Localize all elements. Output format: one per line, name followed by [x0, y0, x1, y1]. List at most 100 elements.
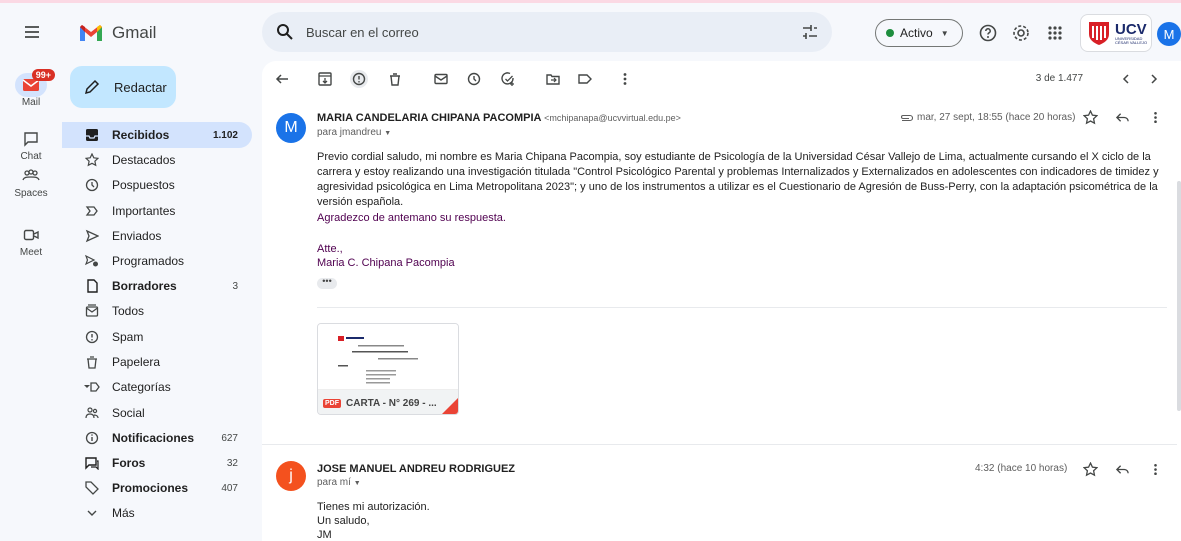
draft-file-icon	[84, 278, 100, 294]
clock-icon	[84, 177, 100, 193]
apps-grid-icon[interactable]	[1045, 23, 1065, 43]
nav-important[interactable]: Importantes	[62, 198, 252, 224]
pencil-icon	[84, 79, 100, 95]
older-chevron-left-icon[interactable]	[1117, 70, 1135, 88]
chat-icon	[23, 131, 39, 147]
nav-spam[interactable]: Spam	[62, 324, 252, 350]
message-sender[interactable]: MARIA CANDELARIA CHIPANA PACOMPIA <mchip…	[317, 112, 681, 124]
categories-expand-icon	[84, 379, 100, 395]
nav-categories[interactable]: Categorías	[62, 374, 252, 400]
nav-drafts[interactable]: Borradores 3	[62, 273, 252, 299]
spam-icon	[84, 329, 100, 345]
main-menu-icon[interactable]	[22, 22, 42, 42]
sender-avatar[interactable]: M	[276, 113, 306, 143]
sender-avatar[interactable]: j	[276, 461, 306, 491]
mark-unread-icon[interactable]	[432, 70, 450, 88]
help-icon[interactable]	[978, 23, 998, 43]
message-sender[interactable]: JOSE MANUEL ANDREU RODRIGUEZ	[317, 463, 515, 475]
message-body-thanks: Agradezco de antemano su respuesta.	[317, 212, 506, 224]
show-trimmed-content-button[interactable]: •••	[317, 277, 337, 289]
star-icon[interactable]	[1082, 461, 1098, 477]
nav-sent[interactable]: Enviados	[62, 223, 252, 249]
nav-inbox[interactable]: Recibidos 1.102	[62, 122, 252, 148]
status-selector[interactable]: Activo ▼	[875, 19, 963, 47]
nav-scheduled[interactable]: Programados	[62, 248, 252, 274]
organization-logo[interactable]: UCV UNIVERSIDAD CÉSAR VALLEJO	[1080, 14, 1152, 52]
nav-forums[interactable]: Foros 32	[62, 450, 252, 476]
rail-spaces-label: Spaces	[14, 188, 48, 199]
star-icon[interactable]	[1082, 109, 1098, 125]
snooze-clock-icon[interactable]	[465, 70, 483, 88]
nav-more[interactable]: Más	[62, 500, 252, 526]
recipient-details[interactable]: para mí ▼	[317, 477, 361, 488]
search-options-icon[interactable]	[800, 22, 820, 42]
send-icon	[84, 228, 100, 244]
message-more-icon[interactable]	[1147, 109, 1163, 125]
message-date: mar, 27 sept, 18:55 (hace 20 horas)	[899, 112, 1075, 123]
reply-line: JM	[317, 529, 332, 541]
label-icon[interactable]	[576, 70, 594, 88]
attachment-clip-icon	[899, 113, 913, 123]
reply-icon[interactable]	[1114, 109, 1130, 125]
pdf-file-icon: PDF	[323, 398, 341, 408]
inbox-icon	[84, 127, 100, 143]
rail-chat[interactable]: Chat	[0, 127, 62, 162]
nav-all-mail[interactable]: Todos	[62, 298, 252, 324]
org-logo-subtext: UNIVERSIDAD CÉSAR VALLEJO	[1115, 35, 1148, 45]
recipient-details[interactable]: para jmandreu ▼	[317, 127, 391, 138]
thread-position: 3 de 1.477	[1035, 73, 1083, 84]
attachment-preview	[318, 324, 458, 390]
rail-meet[interactable]: Meet	[0, 223, 62, 258]
attachment-corner-fold	[442, 398, 458, 414]
compose-label: Redactar	[114, 79, 167, 95]
message-pane: 3 de 1.477 M MARIA CANDELARIA CHIPANA PA…	[262, 61, 1181, 541]
more-vertical-icon[interactable]	[616, 70, 634, 88]
forum-icon	[84, 455, 100, 471]
attachment-name: CARTA - N° 269 - ...	[346, 397, 437, 409]
important-icon	[84, 203, 100, 219]
compose-button[interactable]: Redactar	[70, 66, 176, 108]
nav-social[interactable]: Social	[62, 400, 252, 426]
gmail-m-icon	[78, 23, 104, 43]
attachment-card[interactable]: PDF CARTA - N° 269 - ...	[317, 323, 459, 415]
reply-line: Tienes mi autorización.	[317, 501, 430, 513]
attachment-divider	[317, 307, 1167, 308]
scheduled-send-icon	[84, 253, 100, 269]
all-mail-icon	[84, 303, 100, 319]
move-to-folder-icon[interactable]	[544, 70, 562, 88]
top-bar: Gmail Activo ▼ UCV UNIVERSIDAD CÉSAR VAL…	[0, 3, 1181, 61]
account-avatar[interactable]: M	[1157, 22, 1181, 46]
archive-icon[interactable]	[316, 70, 334, 88]
back-arrow-icon[interactable]	[273, 70, 291, 88]
search-input[interactable]	[306, 22, 726, 42]
message-toolbar: 3 de 1.477	[262, 61, 1181, 97]
reply-line: Un saludo,	[317, 515, 370, 527]
nav-starred[interactable]: Destacados	[62, 147, 252, 173]
scrollbar[interactable]	[1177, 181, 1181, 411]
report-spam-icon[interactable]	[350, 70, 368, 88]
nav-updates[interactable]: Notificaciones 627	[62, 425, 252, 451]
app-name: Gmail	[112, 23, 157, 42]
nav-promotions[interactable]: Promociones 407	[62, 475, 252, 501]
nav-trash[interactable]: Papelera	[62, 349, 252, 375]
ucv-shield-icon	[1087, 20, 1111, 46]
message-divider	[262, 444, 1177, 445]
rail-mail-label: Mail	[21, 97, 41, 108]
video-camera-icon	[23, 228, 39, 242]
message-date: 4:32 (hace 10 horas)	[975, 463, 1068, 474]
add-task-icon[interactable]	[499, 70, 517, 88]
rail-mail[interactable]: 99+ Mail	[0, 69, 62, 108]
delete-icon[interactable]	[386, 70, 404, 88]
search-bar[interactable]	[262, 12, 832, 52]
search-icon[interactable]	[275, 22, 295, 42]
settings-gear-icon[interactable]	[1011, 23, 1031, 43]
newer-chevron-right-icon[interactable]	[1145, 70, 1163, 88]
nav-snoozed[interactable]: Pospuestos	[62, 172, 252, 198]
reply-icon[interactable]	[1114, 461, 1130, 477]
message-signature-greeting: Atte.,	[317, 243, 343, 255]
message-more-icon[interactable]	[1147, 461, 1163, 477]
gmail-logo[interactable]: Gmail	[78, 23, 156, 43]
rail-spaces[interactable]: Spaces	[0, 164, 62, 199]
attachment-footer: PDF CARTA - N° 269 - ...	[318, 390, 458, 414]
org-logo-text: UCV	[1115, 20, 1147, 38]
